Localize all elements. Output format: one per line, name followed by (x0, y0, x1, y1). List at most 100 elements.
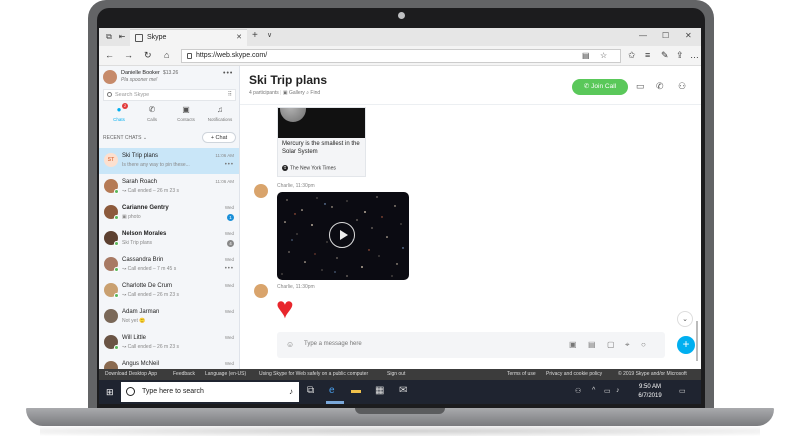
recent-chats-header[interactable]: RECENT CHATS ⌄ (103, 135, 147, 141)
participants-count[interactable]: 4 participants (249, 90, 279, 96)
add-participant-icon[interactable]: ⚇ (678, 81, 686, 92)
unread-badge: 4 (227, 240, 234, 247)
footer-link[interactable]: Download Desktop App (105, 371, 157, 377)
more-options-icon[interactable]: ○ (641, 340, 646, 349)
play-icon[interactable] (329, 222, 355, 248)
tab-dropdown-icon[interactable]: ∨ (267, 31, 272, 39)
chat-name: Ski Trip plans (122, 153, 159, 159)
footer-link[interactable]: Feedback (173, 371, 195, 377)
gallery-link[interactable]: Gallery (289, 90, 305, 96)
unread-badge: 1 (227, 214, 234, 221)
chat-list-item[interactable]: Carianne Gentry ▣ photo Wed 1 (99, 200, 239, 226)
find-link[interactable]: Find (310, 90, 320, 96)
chat-list-item[interactable]: Cassandra Brin ↝ Call ended – 7 m 45 s W… (99, 252, 239, 278)
action-center-icon[interactable]: ▭ (679, 387, 686, 395)
contacts-icon: ▣ (182, 105, 190, 114)
reading-view-icon[interactable]: ▤ (582, 51, 590, 60)
profile-credit: $13.26 (163, 70, 179, 76)
people-icon[interactable]: ⚇ (575, 387, 581, 395)
favorites-icon[interactable]: ✩ (628, 50, 636, 61)
new-tab-button[interactable]: + (252, 30, 258, 41)
taskbar-search-input[interactable]: Type here to search ♪ (121, 382, 299, 402)
video-call-icon[interactable]: ▭ (636, 81, 645, 92)
more-icon[interactable]: … (690, 50, 699, 60)
footer-link[interactable]: Privacy and cookie policy (546, 371, 602, 377)
message-sender-time: Charlie, 11:30pm (277, 183, 315, 189)
chat-preview: Not yet 🙂 (122, 318, 146, 324)
audio-call-icon[interactable]: ✆ (656, 81, 664, 92)
browser-tab-skype[interactable]: Skype ✕ (130, 29, 247, 46)
forward-button[interactable]: → (124, 50, 133, 61)
chat-list-item[interactable]: Sarah Roach ↝ Call ended – 26 m 23 s 11:… (99, 174, 239, 200)
chat-preview: ↝ Call ended – 26 m 23 s (122, 292, 179, 298)
media-gallery-icon[interactable]: ▣ (569, 340, 577, 349)
tab-notifications[interactable]: ♫ Notifications (205, 105, 235, 127)
windows-start-icon[interactable]: ⊞ (106, 387, 114, 397)
store-icon[interactable]: ▦ (375, 385, 384, 397)
location-icon[interactable]: ⌖ (625, 340, 630, 350)
tab-contacts[interactable]: ▣ Contacts (171, 105, 201, 127)
scrollbar[interactable] (696, 321, 698, 361)
chat-list-item[interactable]: Will Little ↝ Call ended – 26 m 23 s Wed (99, 330, 239, 356)
contact-card-icon[interactable]: ▢ (607, 340, 615, 349)
home-button[interactable]: ⌂ (164, 50, 169, 61)
chat-preview: Ski Trip plans (122, 240, 153, 246)
more-options-icon[interactable]: ••• (223, 70, 233, 77)
network-icon[interactable]: ▭ (604, 387, 611, 395)
file-icon[interactable]: ▤ (588, 340, 596, 349)
chat-list-item[interactable]: Adam Jarman Not yet 🙂 Wed (99, 304, 239, 330)
tab-chats[interactable]: ● 2 Chats (104, 103, 134, 127)
reading-list-icon[interactable]: ≡ (645, 50, 650, 60)
chat-time: Wed (224, 283, 234, 288)
tab-calls[interactable]: ✆ Calls (137, 105, 167, 127)
link-preview-card[interactable]: Mercury is the smallest in the Solar Sys… (277, 107, 366, 177)
share-icon[interactable]: ⇪ (676, 50, 684, 61)
close-window-button[interactable]: ✕ (685, 31, 692, 40)
chat-list-item[interactable]: Charlotte De Crum ↝ Call ended – 26 m 23… (99, 278, 239, 304)
sender-avatar[interactable] (254, 184, 268, 198)
maximize-button[interactable]: ☐ (662, 31, 669, 40)
refresh-button[interactable]: ↻ (144, 50, 152, 61)
send-button[interactable]: + (677, 336, 695, 354)
back-button[interactable]: ← (105, 50, 114, 61)
tab-actions-icon[interactable]: ⧉ (104, 32, 114, 42)
chat-list-item[interactable]: ST Ski Trip plans Is there any way to pi… (99, 148, 239, 174)
footer-link[interactable]: Sign out (387, 371, 405, 377)
sender-avatar[interactable] (254, 284, 268, 298)
taskbar-clock[interactable]: 9:50 AM 6/7/2019 (629, 383, 671, 401)
message-input[interactable]: ☺ Type a message here ▣ ▤ ▢ ⌖ ○ (277, 332, 665, 358)
mail-icon[interactable]: ✉ (399, 385, 407, 397)
minimize-button[interactable]: — (639, 31, 647, 40)
url-field[interactable]: https://web.skype.com/ ▤ ☆ (181, 49, 621, 63)
scroll-down-button[interactable]: ⌄ (677, 311, 693, 327)
search-input[interactable]: Search Skype ⠿ (103, 89, 236, 101)
footer-link[interactable]: Using Skype for Web safely on a public c… (259, 371, 368, 377)
edge-browser-icon[interactable]: e (329, 385, 335, 397)
chat-more-icon[interactable]: ••• (225, 266, 234, 272)
chat-list-item[interactable]: Nelson Morales Ski Trip plans Wed 4 (99, 226, 239, 252)
tab-preview-icon[interactable]: ⇤ (117, 32, 127, 42)
task-view-icon[interactable]: ⧉ (307, 385, 314, 397)
footer-link[interactable]: Terms of use (507, 371, 536, 377)
dialpad-icon[interactable]: ⠿ (228, 91, 232, 98)
conversation-title[interactable]: Ski Trip plans (249, 73, 327, 87)
laptop-shadow (40, 426, 760, 436)
video-message[interactable] (277, 192, 409, 280)
emoji-icon[interactable]: ☺ (286, 340, 294, 349)
file-explorer-icon[interactable]: ▬ (351, 385, 361, 397)
tab-close-icon[interactable]: ✕ (236, 33, 242, 41)
join-call-button[interactable]: ✆ Join Call (572, 79, 628, 95)
profile-name[interactable]: Danielle Booker (121, 70, 160, 76)
profile-avatar[interactable] (103, 70, 117, 84)
gallery-icon: ▣ (282, 90, 288, 96)
chat-preview: ▣ photo (122, 214, 141, 220)
volume-icon[interactable]: ♪ (616, 387, 620, 394)
chat-more-icon[interactable]: ••• (225, 162, 234, 168)
microphone-icon[interactable]: ♪ (289, 387, 293, 396)
pen-icon[interactable]: ✎ (661, 50, 669, 61)
favorite-star-icon[interactable]: ☆ (600, 51, 607, 60)
join-call-label: Join Call (591, 83, 617, 90)
new-chat-button[interactable]: + Chat (202, 132, 236, 143)
footer-link[interactable]: Language (en-US) (205, 371, 246, 377)
tray-chevron-icon[interactable]: ^ (592, 387, 595, 394)
